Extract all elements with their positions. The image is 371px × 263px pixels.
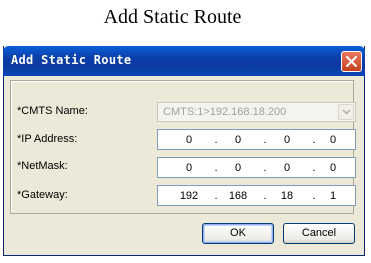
octet-separator: .: [214, 162, 218, 174]
gateway-label: *Gateway:: [17, 189, 68, 201]
close-icon: [346, 56, 357, 67]
gateway-octet-4[interactable]: 1: [318, 190, 348, 202]
cancel-button[interactable]: Cancel: [283, 223, 355, 244]
close-button[interactable]: [341, 51, 362, 72]
ip-address-label: *IP Address:: [17, 133, 78, 145]
cmts-name-select: CMTS:1>192.168.18.200: [157, 102, 356, 122]
netmask-field[interactable]: 0 . 0 . 0 . 0: [157, 157, 356, 178]
netmask-octet-4[interactable]: 0: [318, 162, 348, 174]
ip-address-octet-4[interactable]: 0: [318, 134, 348, 146]
dialog-title: Add Static Route: [11, 53, 132, 67]
chevron-down-icon: [342, 109, 351, 115]
ip-address-octet-2[interactable]: 0: [223, 134, 253, 146]
netmask-octet-3[interactable]: 0: [272, 162, 302, 174]
ok-button[interactable]: OK: [202, 223, 274, 244]
octet-separator: .: [263, 162, 267, 174]
netmask-label: *NetMask:: [17, 160, 68, 172]
netmask-octet-1[interactable]: 0: [174, 162, 204, 174]
dialog-title-bar[interactable]: Add Static Route: [3, 46, 365, 76]
netmask-octet-2[interactable]: 0: [223, 162, 253, 174]
ip-address-field[interactable]: 0 . 0 . 0 . 0: [157, 129, 356, 150]
ip-address-octet-3[interactable]: 0: [272, 134, 302, 146]
dropdown-arrow-button: [338, 104, 354, 120]
octet-separator: .: [312, 162, 316, 174]
octet-separator: .: [312, 134, 316, 146]
cmts-name-value: CMTS:1>192.168.18.200: [163, 106, 287, 118]
octet-separator: .: [263, 134, 267, 146]
octet-separator: .: [263, 190, 267, 202]
octet-separator: .: [214, 190, 218, 202]
page-caption: Add Static Route: [103, 6, 242, 28]
gateway-octet-1[interactable]: 192: [174, 190, 204, 202]
octet-separator: .: [312, 190, 316, 202]
gateway-field[interactable]: 192 . 168 . 18 . 1: [157, 185, 356, 206]
cmts-name-label: *CMTS Name:: [17, 105, 88, 117]
gateway-octet-2[interactable]: 168: [223, 190, 253, 202]
octet-separator: .: [214, 134, 218, 146]
add-static-route-dialog: Add Static Route *CMTS Name: CMTS:1>192.…: [3, 46, 365, 256]
ip-address-octet-1[interactable]: 0: [174, 134, 204, 146]
gateway-octet-3[interactable]: 18: [272, 190, 302, 202]
